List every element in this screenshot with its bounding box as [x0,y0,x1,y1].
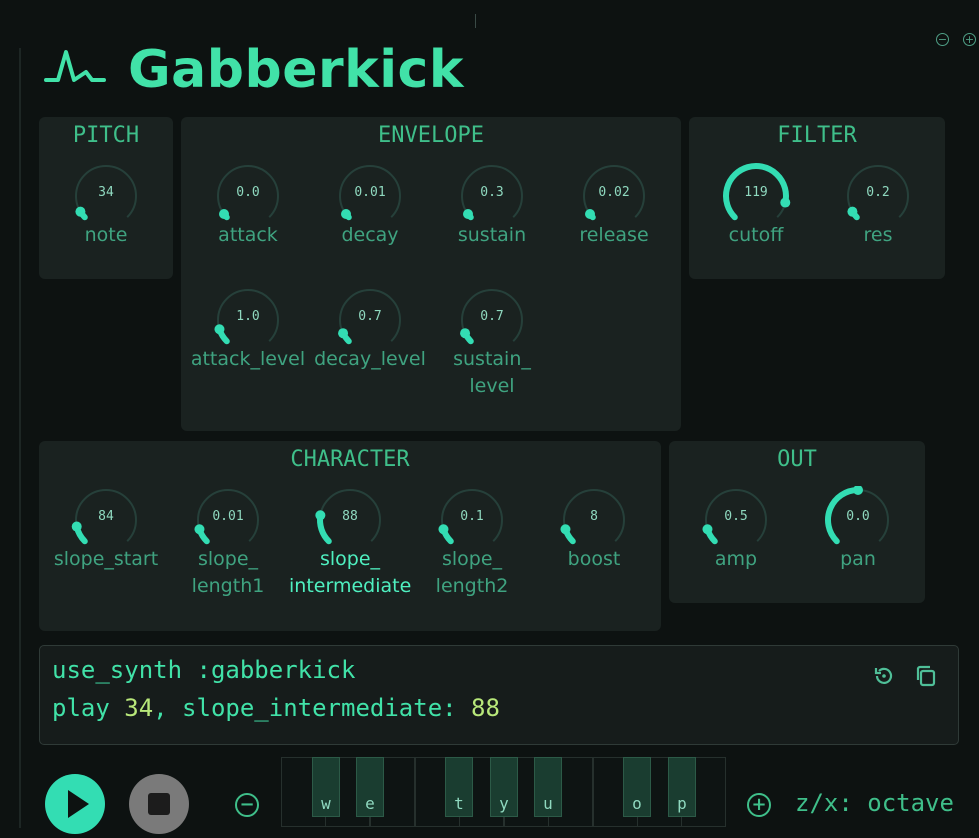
stop-button[interactable] [129,774,189,834]
knob-slope-start[interactable]: 84 slope_start [45,486,167,576]
knob-attack[interactable]: 0.0 attack [187,162,309,252]
knob-decay-level[interactable]: 0.7 decay_level [309,286,431,376]
zoom-out-icon[interactable]: − [936,33,949,46]
knob-pan[interactable]: 0.0 pan [797,486,919,576]
knob-label: slope_start [53,548,159,570]
knob-label: res [863,224,893,246]
knob-label: attack_level [190,348,306,370]
black-key-y[interactable]: y [490,757,518,817]
knob-slope-length1[interactable]: 0.01 slope_ length1 [167,486,289,597]
knob-slope-length2[interactable]: 0.1 slope_ length2 [411,486,533,597]
panel-title: ENVELOPE [378,123,484,148]
knob-value: 0.02 [598,185,630,200]
knob-attack-level[interactable]: 1.0 attack_level [187,286,309,376]
knob-label: cutoff [728,224,784,246]
app-title: Gabberkick [128,40,464,100]
code-number: 88 [471,694,500,722]
knob-value: 0.0 [846,509,870,524]
window-drag-handle [475,14,476,28]
knob-value: 0.7 [480,309,504,324]
knob-value: 0.1 [460,509,484,524]
knob-value: 0.2 [866,185,890,200]
panel-title: PITCH [72,123,140,148]
knob-boost[interactable]: 8 boost [533,486,655,576]
black-key-e[interactable]: e [356,757,384,817]
reset-icon[interactable] [872,664,896,688]
black-key-o[interactable]: o [623,757,651,817]
knob-label: decay_level [314,348,426,370]
knob-label: slope_ length1 [191,548,265,597]
knob-value: 0.7 [358,309,382,324]
divider [19,48,21,828]
knob-label: note [84,224,128,246]
code-line-1: use_synth :gabberkick [52,656,356,684]
knob-value: 0.01 [354,185,386,200]
play-icon [68,790,89,818]
knob-cutoff[interactable]: 119 cutoff [695,162,817,252]
knob-value: 84 [98,509,114,524]
knob-value: 0.0 [236,185,260,200]
black-key-p[interactable]: p [668,757,696,817]
zoom-in-icon[interactable]: + [963,33,976,46]
code-number: 34 [124,694,154,722]
panel-title: OUT [777,447,817,472]
knob-value: 119 [744,185,768,200]
knob-note[interactable]: 34 note [45,162,167,252]
knob-sustain[interactable]: 0.3 sustain [431,162,553,252]
knob-res[interactable]: 0.2 res [817,162,939,252]
knob-label: boost [567,548,621,570]
code-line-2: play 34, slope_intermediate: 88 [52,694,500,722]
octave-hint: z/x: octave [795,789,954,817]
knob-value: 0.3 [480,185,504,200]
panel-title: CHARACTER [290,447,410,472]
play-button[interactable] [45,774,105,834]
knob-slope-intermediate[interactable]: 88 slope_ intermediate [289,486,411,597]
black-key-w[interactable]: w [312,757,340,817]
knob-label: attack [218,224,278,246]
knob-label: sustain [457,224,527,246]
waveform-pulse-icon [44,50,106,82]
knob-decay[interactable]: 0.01 decay [309,162,431,252]
octave-up-button[interactable]: + [747,793,771,817]
panel-title: FILTER [777,123,857,148]
stop-icon [148,793,170,815]
knob-value: 34 [98,185,114,200]
black-key-u[interactable]: u [534,757,562,817]
code-arg: , slope_intermediate: [153,694,472,722]
knob-value: 1.0 [236,309,260,324]
knob-label: pan [840,548,876,570]
knob-value: 0.5 [724,509,748,524]
knob-label: decay [341,224,399,246]
code-keyword: play [52,694,125,722]
knob-release[interactable]: 0.02 release [553,162,675,252]
black-key-t[interactable]: t [445,757,473,817]
knob-sustain-level[interactable]: 0.7 sustain_ level [431,286,553,397]
knob-value: 8 [590,509,598,524]
octave-down-button[interactable]: − [235,793,259,817]
knob-value: 0.01 [212,509,244,524]
copy-icon[interactable] [914,664,938,688]
knob-label: sustain_ level [453,348,531,397]
knob-value: 88 [342,509,358,524]
code-preview: use_synth :gabberkick play 34, slope_int… [39,645,959,745]
knob-label: slope_ length2 [435,548,509,597]
knob-label: release [579,224,649,246]
knob-label: amp [714,548,758,570]
knob-amp[interactable]: 0.5 amp [675,486,797,576]
knob-label: slope_ intermediate [289,548,412,597]
